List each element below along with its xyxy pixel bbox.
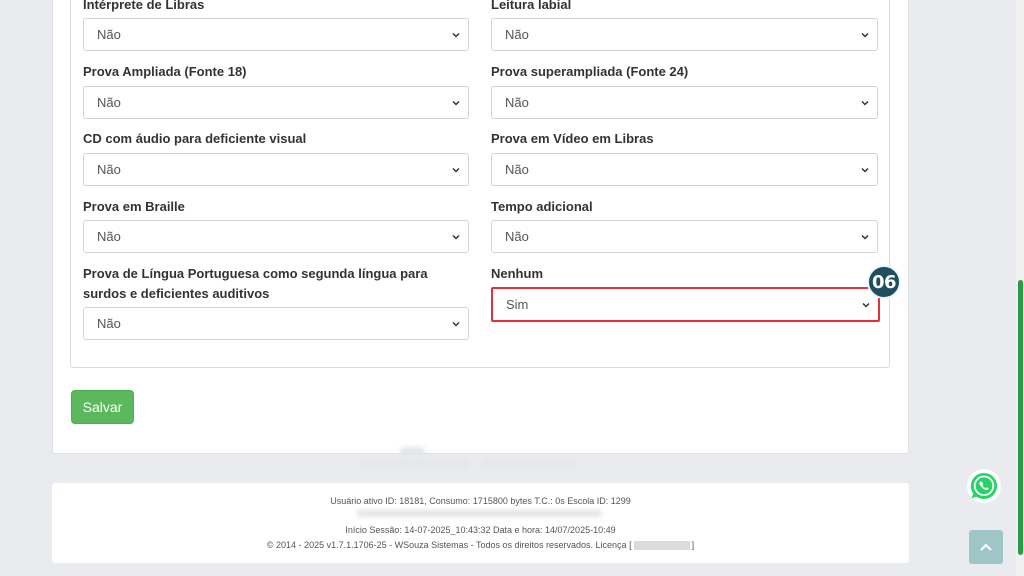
chevron-up-icon — [980, 543, 992, 551]
field-label-nenhum: Nenhum — [491, 266, 543, 281]
step-badge: 06 — [867, 265, 901, 299]
chevron-down-icon — [861, 100, 869, 106]
chevron-down-icon — [861, 167, 869, 173]
field-label-cd-audio: CD com áudio para deficiente visual — [83, 131, 307, 146]
chevron-down-icon — [452, 321, 460, 327]
field-label-leitura-labial: Leitura labial — [491, 0, 572, 12]
select-prova-video-libras[interactable]: Não — [491, 153, 878, 186]
footer-user-info: Usuário ativo ID: 18181, Consumo: 171580… — [330, 496, 631, 506]
footer-copyright-end: ] — [691, 540, 695, 550]
field-label-prova-ampliada: Prova Ampliada (Fonte 18) — [83, 64, 247, 79]
footer-copyright: © 2014 - 2025 v1.7.1.1706-25 - WSouza Si… — [52, 540, 909, 551]
select-value: Não — [505, 27, 529, 42]
select-value: Não — [97, 27, 121, 42]
select-nenhum[interactable]: Sim — [491, 287, 880, 322]
select-value: Não — [505, 229, 529, 244]
scrollbar-thumb[interactable] — [1018, 280, 1023, 555]
chevron-down-icon — [452, 100, 460, 106]
select-value: Não — [97, 162, 121, 177]
back-to-top-button[interactable] — [969, 530, 1003, 564]
select-value: Não — [97, 316, 121, 331]
select-value: Não — [505, 95, 529, 110]
footer-copyright-text: © 2014 - 2025 v1.7.1.1706-25 - WSouza Si… — [266, 540, 632, 550]
chevron-down-icon — [861, 32, 869, 38]
field-label-interprete-libras: Intérprete de Libras — [83, 0, 205, 12]
footer: Usuário ativo ID: 18181, Consumo: 171580… — [52, 483, 909, 563]
select-prova-ampliada[interactable]: Não — [83, 86, 469, 119]
footer-session-info: Início Sessão: 14-07-2025_10:43:32 Data … — [345, 525, 616, 535]
blurred-area — [360, 461, 470, 467]
field-label-tempo-adicional: Tempo adicional — [491, 199, 593, 214]
select-lingua-portuguesa-surdos[interactable]: Não — [83, 307, 469, 340]
field-label-prova-video-libras: Prova em Vídeo em Libras — [491, 131, 654, 146]
chevron-down-icon — [861, 234, 869, 240]
blurred-area — [357, 510, 602, 517]
select-tempo-adicional[interactable]: Não — [491, 220, 878, 253]
select-value: Não — [505, 162, 529, 177]
blurred-area — [400, 447, 425, 455]
select-value: Não — [97, 229, 121, 244]
field-label-prova-braille: Prova em Braille — [83, 199, 185, 214]
chevron-down-icon — [452, 32, 460, 38]
field-label-lingua-portuguesa-surdos: Prova de Língua Portuguesa como segunda … — [83, 266, 428, 301]
chevron-down-icon — [452, 167, 460, 173]
blurred-area — [482, 461, 577, 467]
select-cd-audio[interactable]: Não — [83, 153, 469, 186]
whatsapp-icon — [970, 472, 998, 499]
chevron-down-icon — [452, 234, 460, 240]
select-prova-braille[interactable]: Não — [83, 220, 469, 253]
select-value: Não — [97, 95, 121, 110]
save-button[interactable]: Salvar — [71, 390, 134, 424]
chevron-down-icon — [862, 302, 870, 308]
select-prova-superampliada[interactable]: Não — [491, 86, 878, 119]
select-value: Sim — [506, 297, 529, 312]
select-leitura-labial[interactable]: Não — [491, 18, 878, 51]
select-interprete-libras[interactable]: Não — [83, 18, 469, 51]
whatsapp-button[interactable] — [967, 469, 1001, 503]
redacted-license — [633, 541, 690, 551]
field-label-prova-superampliada: Prova superampliada (Fonte 24) — [491, 64, 689, 79]
